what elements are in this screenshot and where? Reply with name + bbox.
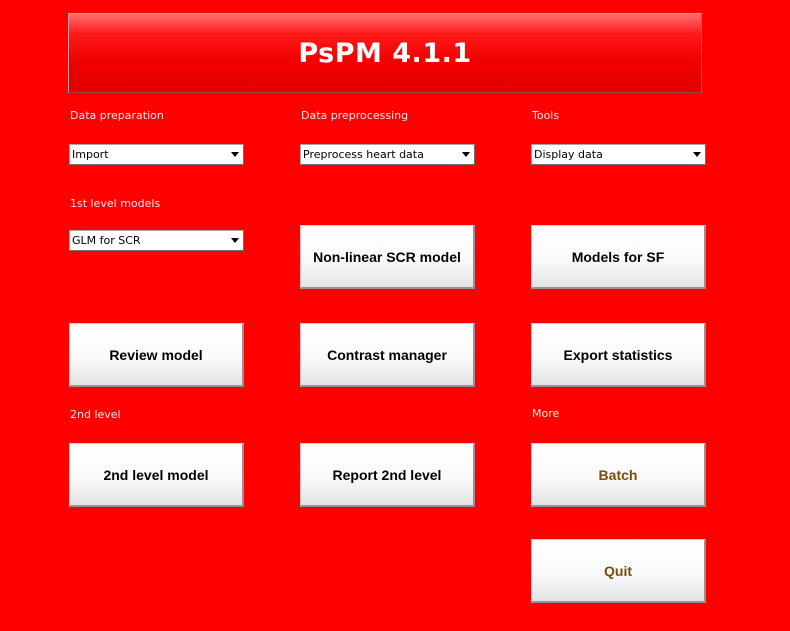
- title-banner: PsPM 4.1.1: [68, 13, 702, 93]
- label-data-preprocessing: Data preprocessing: [301, 109, 409, 122]
- export-statistics-button[interactable]: Export statistics: [531, 323, 706, 387]
- label-2nd-level: 2nd level: [70, 408, 121, 421]
- data-preprocessing-select[interactable]: Preprocess heart data: [300, 144, 475, 165]
- review-model-button[interactable]: Review model: [69, 323, 244, 387]
- report-2nd-level-button[interactable]: Report 2nd level: [300, 443, 475, 507]
- dropdown-arrow-icon: [462, 152, 470, 157]
- dropdown-arrow-icon: [231, 152, 239, 157]
- dropdown-arrow-icon: [693, 152, 701, 157]
- first-level-models-value: GLM for SCR: [72, 234, 141, 247]
- 2nd-level-model-button[interactable]: 2nd level model: [69, 443, 244, 507]
- quit-button[interactable]: Quit: [531, 539, 706, 603]
- tools-select[interactable]: Display data: [531, 144, 706, 165]
- app-title: PsPM 4.1.1: [298, 37, 472, 69]
- batch-button[interactable]: Batch: [531, 443, 706, 507]
- dropdown-arrow-icon: [231, 238, 239, 243]
- models-for-sf-button[interactable]: Models for SF: [531, 225, 706, 289]
- non-linear-scr-model-button[interactable]: Non-linear SCR model: [300, 225, 475, 289]
- contrast-manager-button[interactable]: Contrast manager: [300, 323, 475, 387]
- label-data-preparation: Data preparation: [70, 109, 164, 122]
- label-tools: Tools: [532, 109, 560, 122]
- data-preparation-value: Import: [72, 148, 109, 161]
- data-preparation-select[interactable]: Import: [69, 144, 244, 165]
- label-1st-level-models: 1st level models: [70, 197, 161, 210]
- first-level-models-select[interactable]: GLM for SCR: [69, 230, 244, 251]
- label-more: More: [532, 407, 560, 420]
- data-preprocessing-value: Preprocess heart data: [303, 148, 424, 161]
- tools-value: Display data: [534, 148, 603, 161]
